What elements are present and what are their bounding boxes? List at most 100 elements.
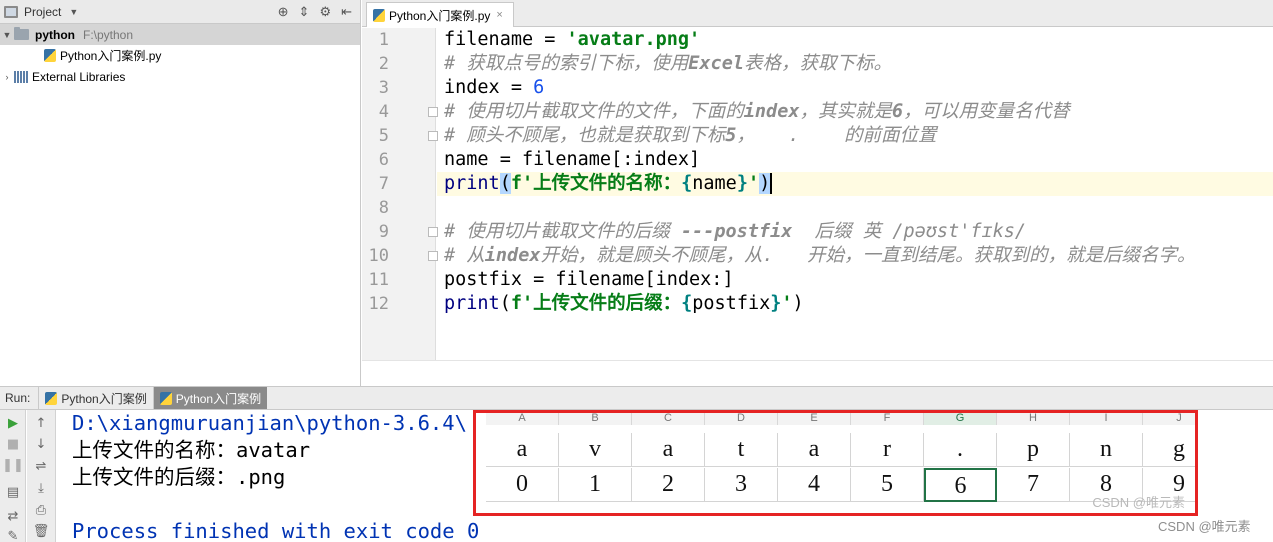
- close-icon[interactable]: ×: [496, 9, 502, 21]
- rerun-icon[interactable]: ▶: [5, 415, 21, 431]
- index-cell: 2: [632, 468, 705, 502]
- code-line-6: name = filename[:index]: [437, 148, 1273, 172]
- column-header: B: [559, 413, 632, 425]
- console-path-line: D:\xiangmuruanjian\python-3.6.4\: [72, 411, 467, 435]
- code-token-brace: }: [736, 173, 748, 194]
- run-tab-1[interactable]: Python入门案例: [38, 387, 152, 409]
- layout-icon[interactable]: ▤: [5, 484, 21, 500]
- scroll-to-end-icon[interactable]: ⤓: [33, 480, 49, 496]
- comment-token: 后缀 英: [792, 221, 893, 242]
- comment-token: /pəʊst'fɪks/: [892, 221, 1027, 242]
- code-token-string: 'avatar.png': [566, 29, 701, 50]
- code-text-area[interactable]: filename = 'avatar.png' # 获取点号的索引下标，使用Ex…: [437, 28, 1273, 360]
- code-token-brace: }: [770, 293, 782, 314]
- column-header: H: [997, 413, 1070, 425]
- comment-token: 5: [725, 125, 737, 146]
- project-tool-window-header[interactable]: Project ▼ ⊕ ⇕ ⚙ ⇤: [0, 0, 360, 24]
- tab-python-file[interactable]: Python入门案例.py ×: [366, 2, 514, 27]
- chevron-down-icon[interactable]: ▼: [69, 7, 78, 17]
- toggle-icon[interactable]: ⇄: [5, 508, 21, 524]
- scroll-up-icon[interactable]: ↑: [33, 415, 49, 431]
- code-token: name = filename[:index]: [444, 149, 701, 170]
- code-line-3: index = 6: [437, 76, 1273, 100]
- char-cell: g: [1143, 433, 1195, 467]
- run-tab-2[interactable]: Python入门案例: [152, 387, 268, 409]
- library-icon: [14, 70, 28, 83]
- comment-token: ，可以用变量名代替: [903, 101, 1070, 122]
- line-number: 4: [378, 102, 389, 122]
- run-toolbar-right: ↑ ↓ ⇌ ⤓ ⎙ 🗑: [27, 410, 56, 542]
- scroll-from-source-icon[interactable]: ⊕: [278, 4, 289, 20]
- code-line-5: # 顾头不顾尾，也就是获取到下标5， . 的前面位置: [437, 124, 1273, 148]
- tree-item-external-libraries[interactable]: › External Libraries: [0, 66, 360, 87]
- code-token-builtin: print: [444, 293, 500, 314]
- column-header: J: [1143, 413, 1195, 425]
- char-cell: a: [486, 433, 559, 467]
- tree-item-python-root[interactable]: ▼ python F:\python: [0, 24, 360, 45]
- column-header: G: [924, 413, 997, 425]
- chevron-down-icon[interactable]: ▼: [0, 30, 14, 40]
- index-cell: 0: [486, 468, 559, 502]
- page-watermark: CSDN @唯元素: [1158, 519, 1251, 534]
- text-caret: [770, 173, 773, 194]
- tree-file-label: Python入门案例.py: [60, 49, 162, 63]
- pin-icon[interactable]: ✎: [5, 528, 21, 542]
- collapse-all-icon[interactable]: ⇕: [299, 4, 310, 20]
- code-token: ): [792, 293, 804, 314]
- line-number: 9: [378, 222, 389, 242]
- spreadsheet-overlay: ABCDEFGHIJavatar.png0123456789 CSDN @唯元素: [473, 410, 1198, 516]
- pause-icon[interactable]: ❚❚: [2, 457, 24, 473]
- code-line-11: postfix = filename[index:]: [437, 268, 1273, 292]
- code-token-brace: {: [681, 293, 693, 314]
- line-number-gutter: 1 2 3 4 5 6 7 8 9 10 11 12: [362, 28, 438, 360]
- editor-tab-bar: Python入门案例.py ×: [362, 0, 1273, 27]
- code-token-string: f'上传文件的后缀：: [510, 293, 682, 314]
- char-cell: n: [1070, 433, 1143, 467]
- code-token-number: 6: [533, 77, 545, 98]
- comment-token: ， . 的前面位置: [736, 125, 937, 146]
- line-number: 6: [378, 150, 389, 170]
- print-icon[interactable]: ⎙: [33, 502, 49, 518]
- run-toolbar-left: ▶ ■ ❚❚ ▤ ⇄ ✎: [0, 410, 26, 542]
- bracket-match: ): [759, 173, 771, 194]
- python-file-icon: [45, 391, 58, 405]
- code-line-10: # 从index开始，就是顾头不顾尾，从. 开始，一直到结尾。获取到的，就是后缀…: [437, 244, 1273, 268]
- soft-wrap-icon[interactable]: ⇌: [33, 458, 49, 474]
- trash-icon[interactable]: 🗑: [33, 523, 50, 539]
- column-header: I: [1070, 413, 1143, 425]
- chevron-right-icon[interactable]: ›: [0, 72, 14, 82]
- index-cell: 7: [997, 468, 1070, 502]
- scroll-down-icon[interactable]: ↓: [33, 436, 49, 452]
- code-line-7: print(f'上传文件的名称：{name}'): [437, 172, 1273, 196]
- project-panel: Project ▼ ⊕ ⇕ ⚙ ⇤ ▼ python F:\python Pyt…: [0, 0, 361, 386]
- line-number: 10: [368, 246, 389, 266]
- code-token-string: ': [747, 173, 760, 194]
- python-file-icon: [373, 8, 385, 22]
- project-root-path: F:\python: [83, 27, 134, 42]
- char-cell: a: [632, 433, 705, 467]
- console-output-name: 上传文件的名称：avatar: [72, 438, 311, 462]
- comment-token: # 顾头不顾尾，也就是获取到下标: [444, 125, 726, 146]
- comment-token: ，其实就是: [799, 101, 892, 122]
- console-output-postfix: 上传文件的后缀：.png: [72, 465, 286, 489]
- external-libraries-label: External Libraries: [32, 69, 126, 84]
- python-file-icon: [159, 391, 172, 405]
- code-token-builtin: print: [444, 173, 500, 194]
- overlay-watermark: CSDN @唯元素: [1092, 495, 1185, 510]
- index-cell: 3: [705, 468, 778, 502]
- index-cell: 5: [851, 468, 924, 502]
- comment-token: Excel: [688, 53, 744, 74]
- code-token: index =: [444, 77, 534, 98]
- line-number: 11: [368, 270, 389, 290]
- code-editor: Python入门案例.py × 1 2 3 4 5 6 7 8 9 10 11 …: [362, 0, 1273, 386]
- comment-token: # 使用切片截取文件的文件，下面的: [444, 101, 744, 122]
- code-token: filename =: [444, 29, 567, 50]
- stop-icon[interactable]: ■: [5, 436, 21, 452]
- hide-panel-icon[interactable]: ⇤: [341, 4, 352, 20]
- line-number: 1: [378, 30, 389, 50]
- tree-item-file[interactable]: Python入门案例.py: [0, 45, 360, 66]
- gear-icon[interactable]: ⚙: [319, 4, 331, 20]
- code-token-brace: {: [681, 173, 693, 194]
- project-header-title: Project: [24, 4, 62, 19]
- line-number: 12: [368, 294, 389, 314]
